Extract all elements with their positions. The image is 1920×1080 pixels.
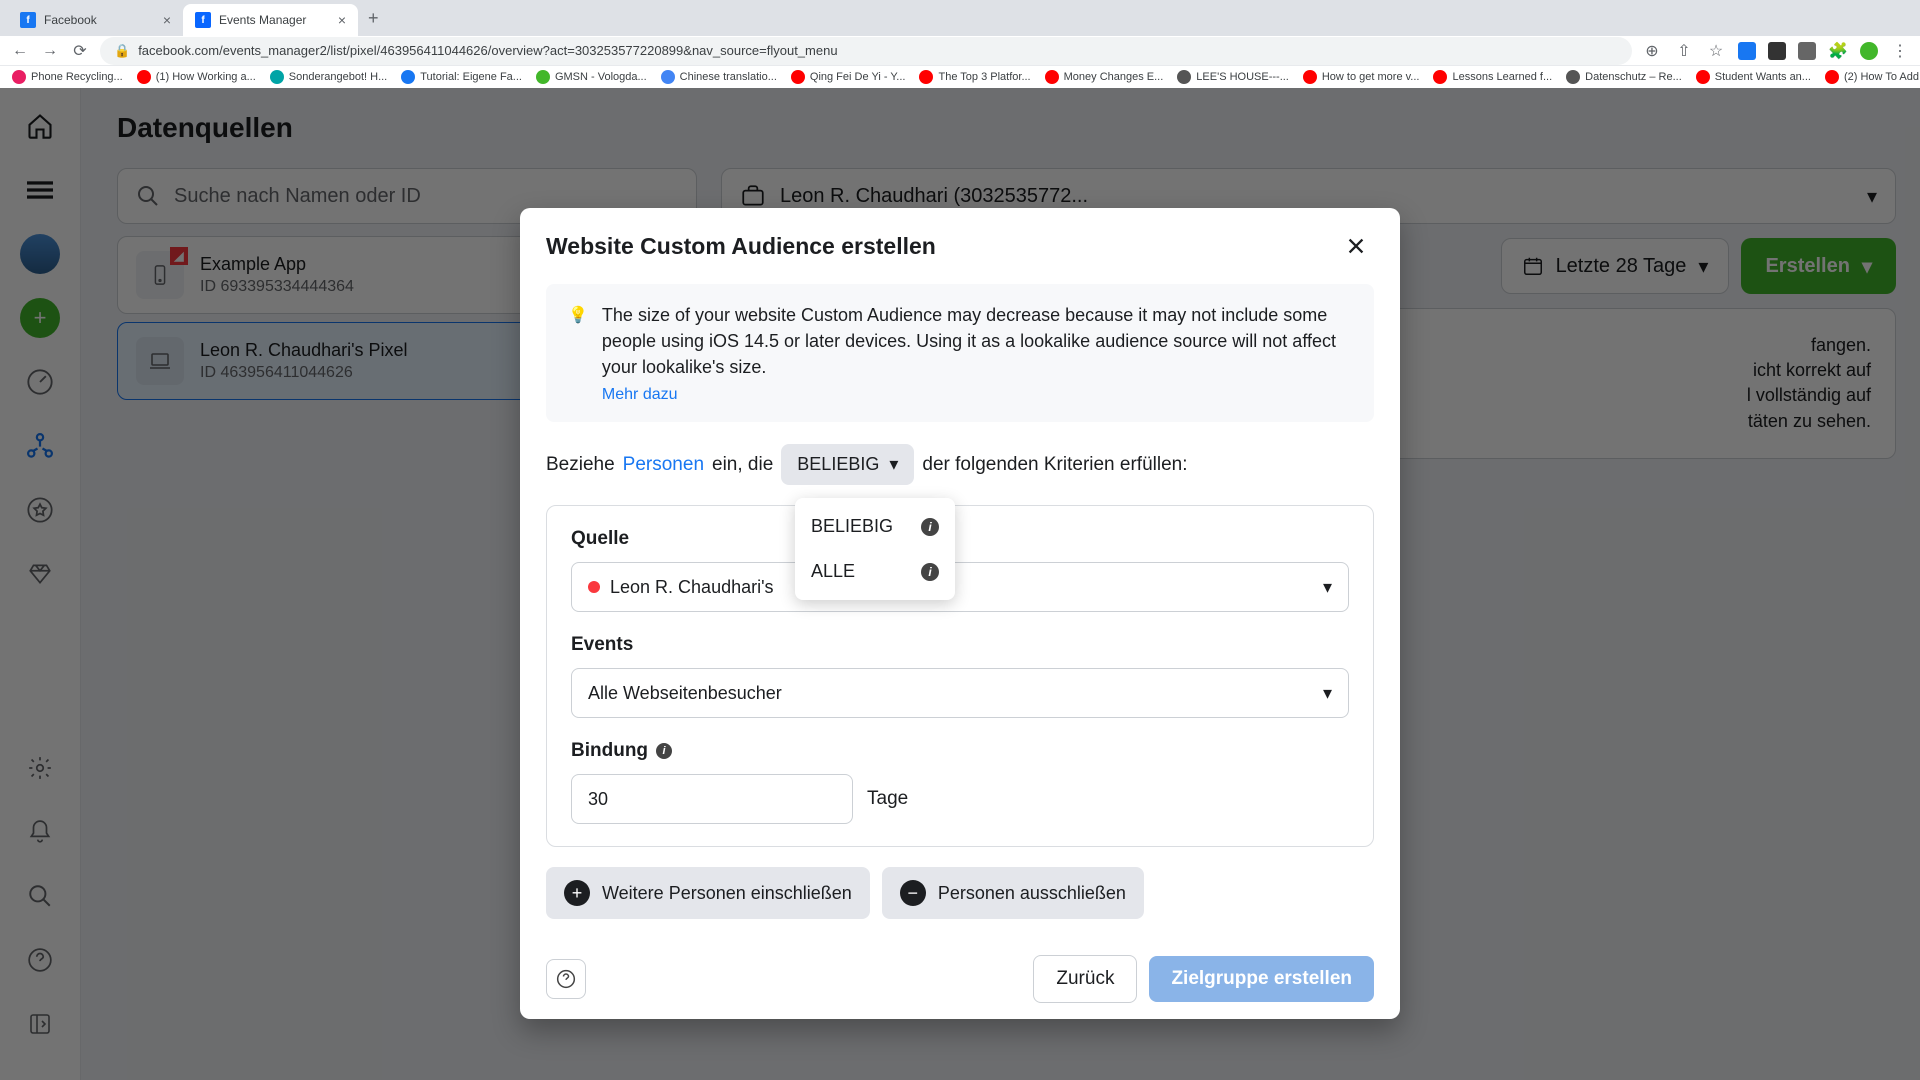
chevron-down-icon: ▾ <box>889 454 898 475</box>
create-audience-modal: Website Custom Audience erstellen 💡 The … <box>520 208 1400 1019</box>
back-nav-icon[interactable]: ← <box>10 42 30 60</box>
menu-icon[interactable]: ⋮ <box>1890 41 1910 61</box>
criteria-dropdown: BELIEBIG i ALLE i <box>795 498 955 600</box>
criteria-selector-label: BELIEBIG <box>797 454 879 475</box>
profile-icon[interactable] <box>1860 42 1878 60</box>
plus-circle-icon: + <box>564 880 590 906</box>
bookmark[interactable]: Phone Recycling... <box>12 70 123 84</box>
bookmark[interactable]: Sonderangebot! H... <box>270 70 387 84</box>
chevron-down-icon: ▾ <box>1323 683 1332 704</box>
events-value: Alle Webseitenbesucher <box>588 683 782 704</box>
criteria-post: der folgenden Kriterien erfüllen: <box>922 454 1187 476</box>
bookmark[interactable]: (2) How To Add A... <box>1825 70 1920 84</box>
puzzle-icon[interactable]: 🧩 <box>1828 41 1848 61</box>
help-button[interactable] <box>546 959 586 999</box>
bookmark[interactable]: GMSN - Vologda... <box>536 70 647 84</box>
criteria-row: Beziehe Personen ein, die BELIEBIG ▾ der… <box>546 444 1374 485</box>
browser-tab-events[interactable]: f Events Manager × <box>183 4 358 36</box>
criteria-form-card: Quelle Leon R. Chaudhari's ▾ Events Alle… <box>546 505 1374 847</box>
status-dot-icon <box>588 581 600 593</box>
bookmark[interactable]: Tutorial: Eigene Fa... <box>401 70 522 84</box>
info-icon[interactable]: i <box>921 563 939 581</box>
browser-tab-facebook[interactable]: f Facebook × <box>8 4 183 36</box>
ext-icon[interactable] <box>1798 42 1816 60</box>
browser-chrome: f Facebook × f Events Manager × + ← → ⟳ … <box>0 0 1920 88</box>
option-label: BELIEBIG <box>811 516 893 537</box>
lock-icon: 🔒 <box>114 43 130 59</box>
star-icon[interactable]: ☆ <box>1706 41 1726 61</box>
events-label: Events <box>571 634 1349 656</box>
bookmark[interactable]: Chinese translatio... <box>661 70 777 84</box>
chevron-down-icon: ▾ <box>1323 577 1332 598</box>
bookmark[interactable]: Qing Fei De Yi - Y... <box>791 70 906 84</box>
modal-title: Website Custom Audience erstellen <box>546 233 936 260</box>
share-icon[interactable]: ⇧ <box>1674 41 1694 61</box>
personen-link[interactable]: Personen <box>623 454 704 476</box>
criteria-selector[interactable]: BELIEBIG ▾ <box>781 444 914 485</box>
retention-input[interactable] <box>571 774 853 824</box>
exclude-label: Personen ausschließen <box>938 883 1126 904</box>
address-row: ← → ⟳ 🔒 facebook.com/events_manager2/lis… <box>0 36 1920 65</box>
bookmark[interactable]: (1) How Working a... <box>137 70 256 84</box>
bookmarks-bar: Phone Recycling... (1) How Working a... … <box>0 65 1920 88</box>
exclude-button[interactable]: − Personen ausschließen <box>882 867 1144 919</box>
bookmark[interactable]: Money Changes E... <box>1045 70 1164 84</box>
new-tab-button[interactable]: + <box>358 8 389 29</box>
more-info-link[interactable]: Mehr dazu <box>602 386 1352 404</box>
include-more-button[interactable]: + Weitere Personen einschließen <box>546 867 870 919</box>
lightbulb-icon: 💡 <box>568 305 588 404</box>
retention-unit: Tage <box>867 788 908 810</box>
create-audience-button[interactable]: Zielgruppe erstellen <box>1149 956 1374 1002</box>
forward-nav-icon[interactable]: → <box>40 42 60 60</box>
info-box-text: The size of your website Custom Audience… <box>602 305 1336 377</box>
close-tab-icon[interactable]: × <box>338 12 346 28</box>
source-label: Quelle <box>571 528 1349 550</box>
address-bar[interactable]: 🔒 facebook.com/events_manager2/list/pixe… <box>100 37 1632 65</box>
criteria-pre: Beziehe <box>546 454 615 476</box>
bookmark[interactable]: Lessons Learned f... <box>1433 70 1552 84</box>
ext-icon[interactable] <box>1738 42 1756 60</box>
ext-icon[interactable] <box>1768 42 1786 60</box>
modal-footer: Zurück Zielgruppe erstellen <box>520 939 1400 1019</box>
source-value: Leon R. Chaudhari's <box>610 577 774 598</box>
info-icon[interactable]: i <box>921 518 939 536</box>
app-body: + Datenquellen Suche nach Namen oder ID <box>0 88 1920 1080</box>
back-button[interactable]: Zurück <box>1033 955 1137 1003</box>
tab-title: Events Manager <box>219 13 306 27</box>
source-selector[interactable]: Leon R. Chaudhari's ▾ <box>571 562 1349 612</box>
include-more-label: Weitere Personen einschließen <box>602 883 852 904</box>
bookmark[interactable]: LEE'S HOUSE---... <box>1177 70 1289 84</box>
option-label: ALLE <box>811 561 855 582</box>
dropdown-option-alle[interactable]: ALLE i <box>795 549 955 594</box>
tab-title: Facebook <box>44 13 97 27</box>
tab-strip: f Facebook × f Events Manager × + <box>0 0 1920 36</box>
extension-icons: ⊕ ⇧ ☆ 🧩 ⋮ <box>1642 41 1910 61</box>
minus-circle-icon: − <box>900 880 926 906</box>
events-selector[interactable]: Alle Webseitenbesucher ▾ <box>571 668 1349 718</box>
dropdown-option-beliebig[interactable]: BELIEBIG i <box>795 504 955 549</box>
url-text: facebook.com/events_manager2/list/pixel/… <box>138 43 837 58</box>
retention-label: Bindung i <box>571 740 1349 762</box>
reload-icon[interactable]: ⟳ <box>70 41 90 61</box>
close-icon <box>1345 235 1367 257</box>
close-tab-icon[interactable]: × <box>163 12 171 28</box>
help-icon <box>556 969 576 989</box>
bookmark[interactable]: The Top 3 Platfor... <box>919 70 1030 84</box>
bookmark[interactable]: Student Wants an... <box>1696 70 1811 84</box>
facebook-favicon: f <box>20 12 36 28</box>
ios-info-box: 💡 The size of your website Custom Audien… <box>546 284 1374 422</box>
criteria-mid: ein, die <box>712 454 773 476</box>
facebook-favicon: f <box>195 12 211 28</box>
info-icon[interactable]: i <box>656 743 672 759</box>
bookmark[interactable]: Datenschutz – Re... <box>1566 70 1682 84</box>
close-modal-button[interactable] <box>1338 228 1374 264</box>
bookmark[interactable]: How to get more v... <box>1303 70 1420 84</box>
zoom-icon[interactable]: ⊕ <box>1642 41 1662 61</box>
